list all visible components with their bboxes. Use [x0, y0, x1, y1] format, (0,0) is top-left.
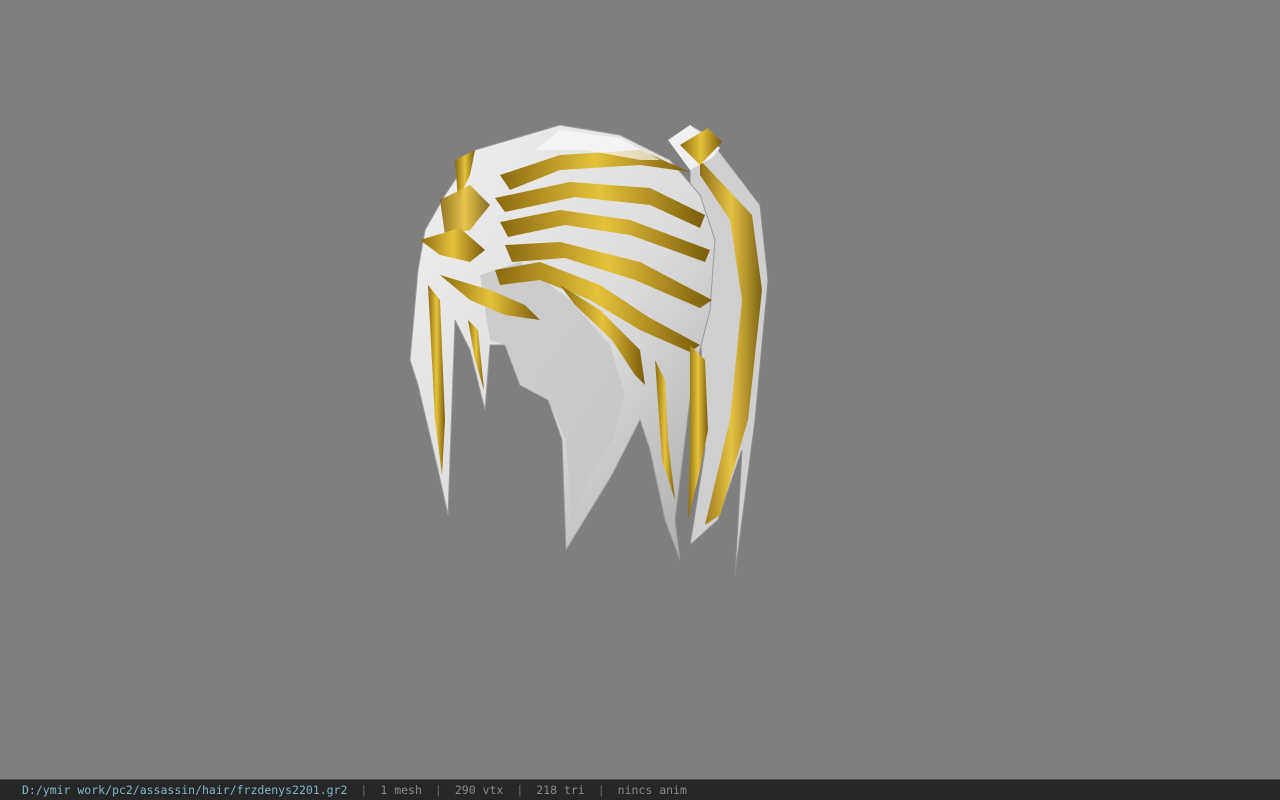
separator: | — [597, 783, 605, 797]
3d-viewport[interactable] — [0, 0, 1280, 779]
separator: | — [516, 783, 524, 797]
status-bar: D:/ymir work/pc2/assassin/hair/frzdenys2… — [0, 779, 1280, 800]
mesh-count: 1 mesh — [380, 783, 422, 797]
file-path: D:/ymir work/pc2/assassin/hair/frzdenys2… — [22, 783, 348, 797]
animation-status: nincs anim — [617, 783, 687, 797]
vertex-count: 290 vtx — [454, 783, 504, 797]
hair-mesh-model[interactable] — [0, 0, 1280, 779]
triangle-count: 218 tri — [536, 783, 585, 797]
separator: | — [434, 783, 442, 797]
separator: | — [360, 783, 368, 797]
